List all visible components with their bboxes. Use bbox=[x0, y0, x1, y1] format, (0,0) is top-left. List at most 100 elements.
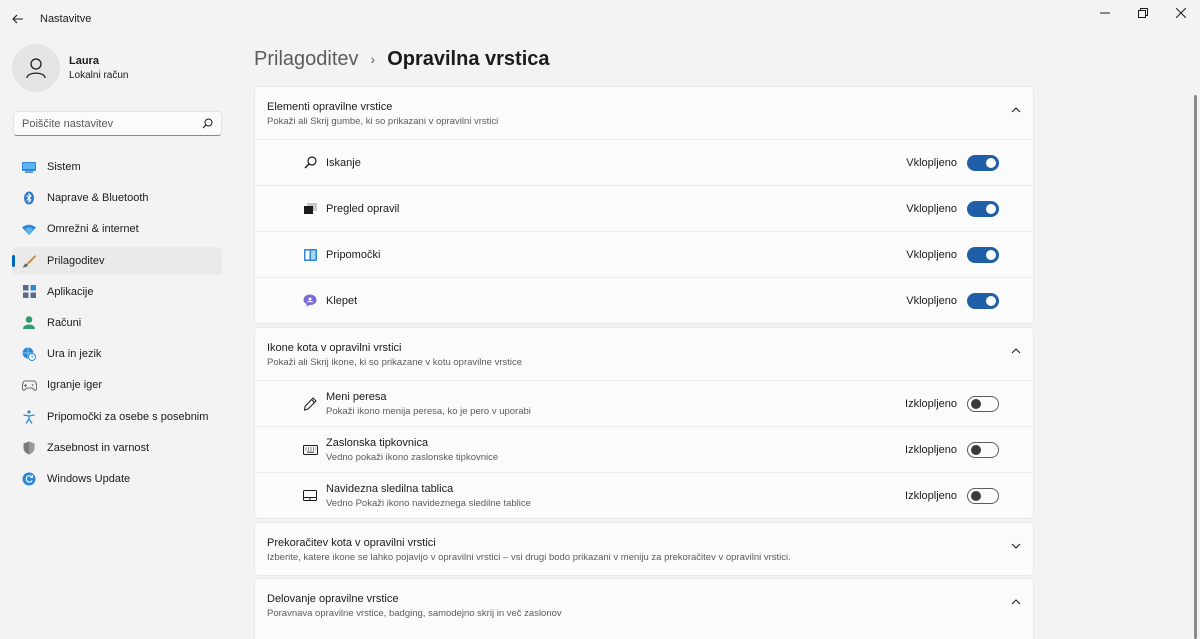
sidebar-nav: Sistem Naprave & Bluetooth Omrežni & int… bbox=[12, 153, 222, 496]
widgets-toggle[interactable] bbox=[967, 247, 999, 263]
window-controls bbox=[1086, 0, 1200, 26]
taskbar-items-header[interactable]: Elementi opravilne vrstice Pokaži ali Sk… bbox=[255, 87, 1033, 139]
close-icon bbox=[1176, 8, 1186, 18]
sidebar-item-apps[interactable]: Aplikacije bbox=[12, 278, 222, 306]
title-bar: Nastavitve bbox=[0, 0, 1200, 38]
person-icon bbox=[21, 315, 37, 331]
wifi-icon bbox=[21, 221, 37, 237]
row-label: Meni peresa bbox=[326, 390, 387, 403]
user-profile[interactable]: Laura Lokalni račun bbox=[12, 44, 232, 92]
section-subtitle: Pokaži ali Skrij gumbe, ki so prikazani … bbox=[267, 116, 499, 127]
sidebar-item-label: Ura in jezik bbox=[47, 348, 102, 361]
sidebar-item-label: Sistem bbox=[47, 161, 81, 173]
update-icon bbox=[21, 471, 37, 487]
pen-icon bbox=[302, 396, 318, 412]
sidebar: Laura Lokalni račun Sistem Naprave & Blu… bbox=[0, 38, 232, 639]
sidebar-item-personalization[interactable]: Prilagoditev bbox=[12, 246, 222, 275]
avatar bbox=[12, 44, 60, 92]
breadcrumb-separator: › bbox=[370, 51, 376, 67]
toggle-state-label: Izklopljeno bbox=[905, 398, 957, 410]
sidebar-item-label: Naprave & Bluetooth bbox=[47, 192, 149, 205]
chevron-up-icon[interactable] bbox=[1011, 599, 1021, 605]
gamepad-icon bbox=[21, 377, 37, 393]
section-subtitle: Izberite, katere ikone se lahko pojavijo… bbox=[267, 552, 791, 563]
section-title: Prekoračitev kota v opravilni vrstici bbox=[267, 537, 436, 549]
chevron-down-icon[interactable] bbox=[1011, 543, 1021, 549]
row-label: Pripomočki bbox=[326, 248, 381, 261]
widgets-icon bbox=[302, 247, 318, 263]
sidebar-item-sistem[interactable]: Sistem bbox=[12, 153, 222, 181]
user-name: Laura bbox=[69, 55, 99, 67]
virtual-touchpad-toggle[interactable] bbox=[967, 488, 999, 504]
pen-menu-toggle[interactable] bbox=[967, 396, 999, 412]
breadcrumb: Prilagoditev › Opravilna vrstica bbox=[254, 38, 1034, 80]
corner-icon-pen-menu-row: Meni peresa Pokaži ikono menija peresa, … bbox=[255, 380, 1033, 426]
search-input[interactable] bbox=[14, 117, 194, 130]
search-icon[interactable] bbox=[202, 118, 213, 129]
page-title: Opravilna vrstica bbox=[387, 47, 550, 70]
toggle-state-label: Izklopljeno bbox=[905, 444, 957, 456]
sidebar-item-bluetooth[interactable]: Naprave & Bluetooth bbox=[12, 184, 222, 212]
row-label: Zaslonska tipkovnica bbox=[326, 436, 429, 449]
chat-toggle[interactable] bbox=[967, 293, 999, 309]
sidebar-item-gaming[interactable]: Igranje iger bbox=[12, 371, 222, 399]
sidebar-item-label: Zasebnost in varnost bbox=[47, 441, 150, 454]
taskbar-item-task-view-row: Pregled opravil Vklopljeno bbox=[255, 185, 1033, 231]
breadcrumb-parent[interactable]: Prilagoditev bbox=[254, 48, 359, 71]
touchpad-icon bbox=[302, 488, 318, 504]
chevron-up-icon[interactable] bbox=[1011, 107, 1021, 113]
shield-icon bbox=[21, 440, 37, 456]
corner-icons-header[interactable]: Ikone kota v opravilni vrstici Pokaži al… bbox=[255, 328, 1033, 380]
sidebar-item-accessibility[interactable]: Pripomočki za osebe s posebnim bbox=[12, 403, 222, 431]
arrow-left-icon bbox=[12, 14, 23, 24]
sidebar-item-label: Računi bbox=[47, 316, 82, 329]
corner-overflow-section: Prekoračitev kota v opravilni vrstici Iz… bbox=[254, 522, 1034, 576]
task-view-icon bbox=[302, 201, 318, 217]
monitor-icon bbox=[21, 159, 37, 175]
user-account-type: Lokalni račun bbox=[69, 70, 129, 81]
taskbar-items-section: Elementi opravilne vrstice Pokaži ali Sk… bbox=[254, 86, 1034, 324]
section-subtitle: Poravnava opravilne vrstice, badging, sa… bbox=[267, 608, 562, 619]
sidebar-item-label: Igranje iger bbox=[47, 379, 103, 392]
taskbar-behaviors-header[interactable]: Delovanje opravilne vrstice Poravnava op… bbox=[255, 579, 1033, 631]
corner-overflow-header[interactable]: Prekoračitev kota v opravilni vrstici Iz… bbox=[255, 523, 1033, 575]
back-button[interactable] bbox=[0, 0, 36, 38]
chat-icon bbox=[302, 293, 318, 309]
search-toggle[interactable] bbox=[967, 155, 999, 171]
sidebar-item-windows-update[interactable]: Windows Update bbox=[12, 465, 222, 493]
chevron-up-icon[interactable] bbox=[1011, 348, 1021, 354]
sidebar-item-label: Prilagoditev bbox=[47, 254, 105, 267]
toggle-state-label: Vklopljeno bbox=[906, 157, 957, 169]
touch-keyboard-toggle[interactable] bbox=[967, 442, 999, 458]
section-title: Ikone kota v opravilni vrstici bbox=[267, 342, 402, 354]
app-title: Nastavitve bbox=[40, 13, 92, 25]
row-description: Pokaži ikono menija peresa, ko je pero v… bbox=[326, 405, 531, 417]
sidebar-item-label: Omrežni & internet bbox=[47, 223, 139, 236]
sidebar-item-accounts[interactable]: Računi bbox=[12, 309, 222, 337]
section-subtitle: Pokaži ali Skrij ikone, ki so prikazane … bbox=[267, 357, 523, 368]
sidebar-item-network[interactable]: Omrežni & internet bbox=[12, 215, 222, 243]
section-title: Delovanje opravilne vrstice bbox=[267, 593, 399, 605]
person-icon bbox=[26, 58, 46, 79]
apps-icon bbox=[21, 284, 37, 300]
vertical-scrollbar[interactable] bbox=[1194, 95, 1197, 639]
corner-icon-touch-keyboard-row: Zaslonska tipkovnica Vedno pokaži ikono … bbox=[255, 426, 1033, 472]
minimize-button[interactable] bbox=[1086, 0, 1124, 26]
section-title: Elementi opravilne vrstice bbox=[267, 101, 393, 113]
row-label: Iskanje bbox=[326, 156, 361, 169]
sidebar-item-label: Aplikacije bbox=[47, 285, 94, 298]
minimize-icon bbox=[1100, 12, 1110, 14]
sidebar-item-label: Windows Update bbox=[47, 472, 131, 485]
sidebar-item-time-language[interactable]: Ura in jezik bbox=[12, 340, 222, 368]
toggle-state-label: Izklopljeno bbox=[905, 490, 957, 502]
sidebar-item-privacy[interactable]: Zasebnost in varnost bbox=[12, 434, 222, 462]
restore-icon bbox=[1138, 8, 1148, 18]
search-box[interactable] bbox=[13, 111, 222, 136]
restore-button[interactable] bbox=[1124, 0, 1162, 26]
bluetooth-icon bbox=[21, 190, 37, 206]
row-label: Navidezna sledilna tablica bbox=[326, 482, 454, 495]
globe-clock-icon bbox=[21, 346, 37, 362]
close-button[interactable] bbox=[1162, 0, 1200, 26]
task-view-toggle[interactable] bbox=[967, 201, 999, 217]
toggle-state-label: Vklopljeno bbox=[906, 249, 957, 261]
